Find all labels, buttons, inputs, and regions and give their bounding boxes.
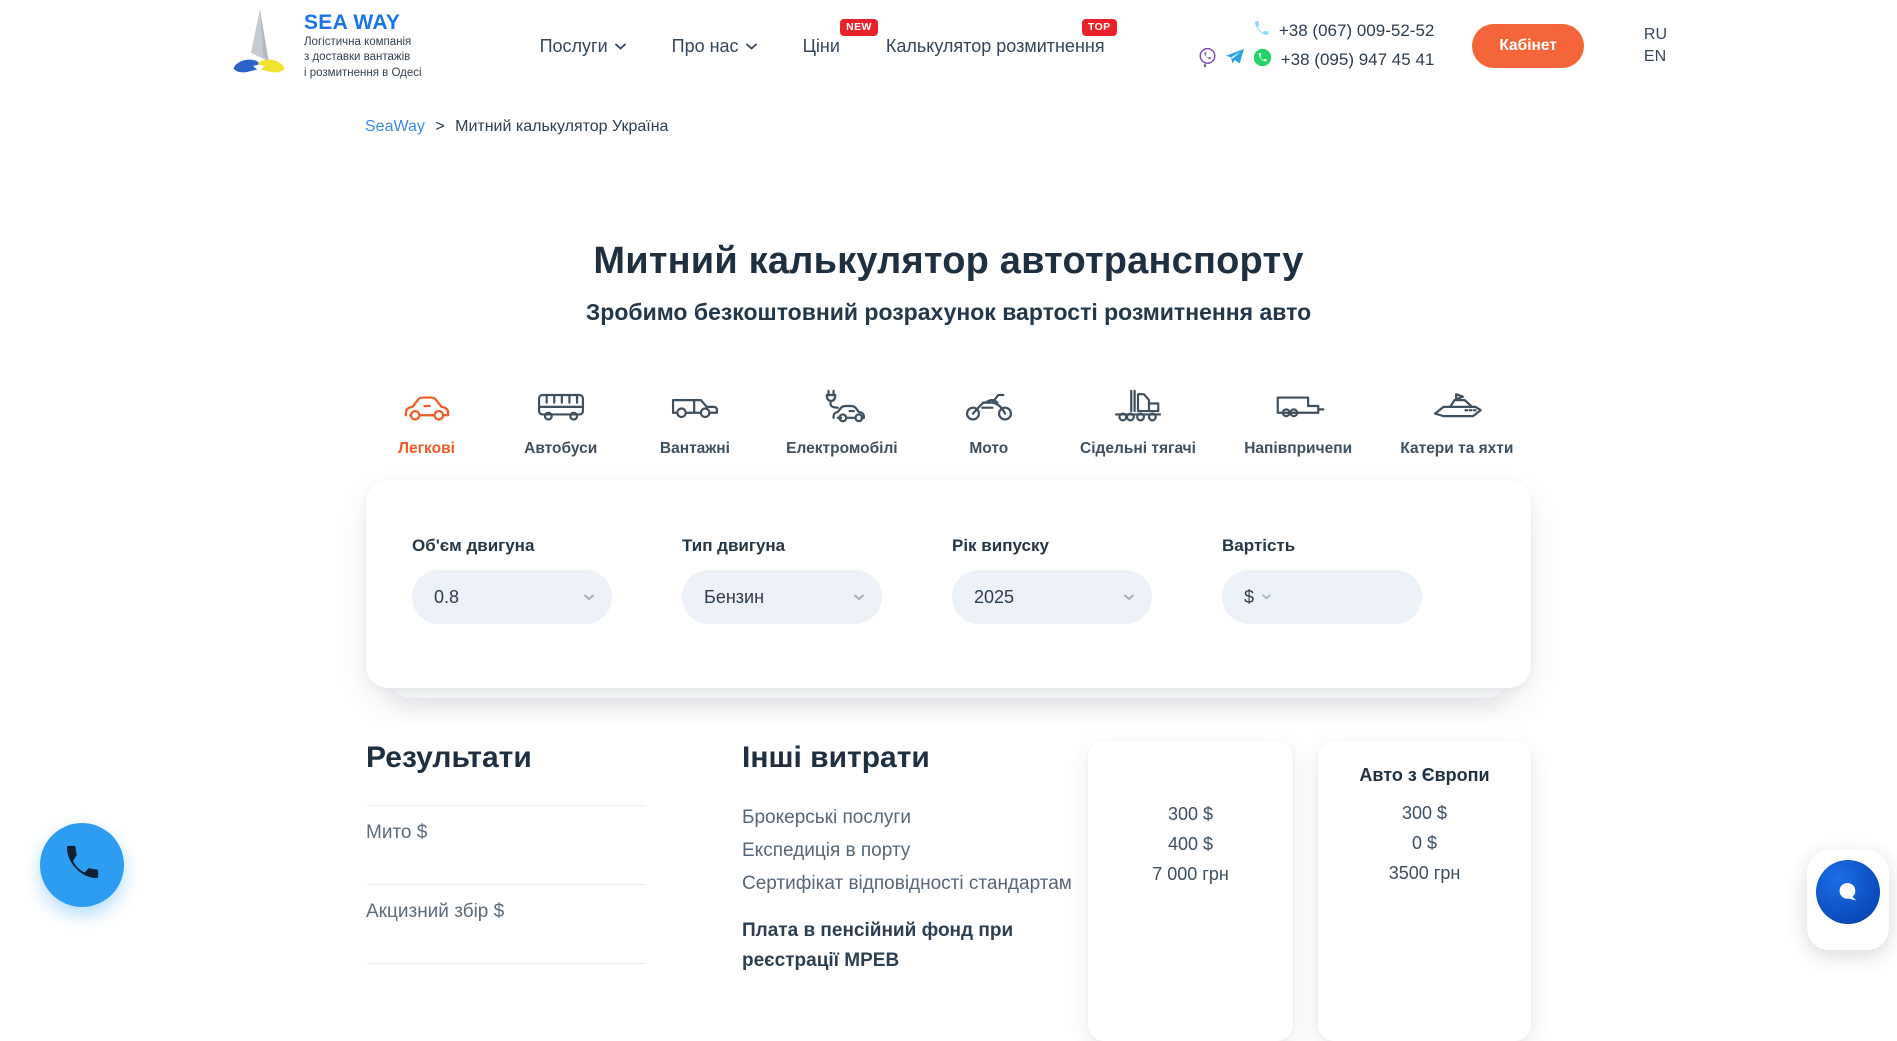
semi-truck-icon (1111, 384, 1165, 426)
card-value: 7 000 грн (1088, 859, 1293, 889)
card-title: Авто з Європи (1318, 765, 1531, 786)
nav-item-prices[interactable]: Ціни NEW (803, 36, 840, 57)
engine-type-label: Тип двигуна (682, 536, 882, 556)
page-title: Митний калькулятор автотранспорту (0, 240, 1897, 283)
chevron-down-icon (854, 594, 864, 601)
tab-boats-yachts[interactable]: Катери та яхти (1400, 384, 1513, 458)
other-costs-column: Інші витрати Брокерські послуги Експедиц… (742, 741, 1088, 976)
engine-volume-field-group: Об'єм двигуна 0.8 (412, 536, 612, 624)
tab-electric-cars[interactable]: Електромобілі (786, 384, 897, 458)
phone-icon (1253, 20, 1270, 42)
phone-number-2[interactable]: +38 (095) 947 45 41 (1281, 50, 1435, 70)
sailboat-logo-icon (228, 7, 290, 86)
viber-icon[interactable] (1198, 47, 1217, 73)
tab-cars[interactable]: Легкові (384, 384, 470, 458)
other-cost-item: Експедиція в порту (742, 834, 1088, 867)
hero: Митний калькулятор автотранспорту Зробим… (0, 240, 1897, 326)
cost-input[interactable]: $ (1222, 570, 1422, 624)
chevron-down-icon (746, 43, 757, 50)
results-title: Результати (366, 741, 646, 775)
electric-car-icon (815, 384, 869, 426)
phone-call-icon (62, 843, 102, 888)
tab-semi-trucks[interactable]: Сідельні тягачі (1080, 384, 1196, 458)
bus-icon (534, 384, 588, 426)
cost-label: Вартість (1222, 536, 1422, 556)
truck-icon (668, 384, 722, 426)
breadcrumb-separator: > (435, 118, 444, 135)
chevron-down-icon (615, 43, 626, 50)
vehicle-type-tabs: Легкові Автобуси Вантажні (384, 384, 1514, 458)
logo-tagline: Логістична компанія з доставки вантажів … (304, 35, 422, 82)
engine-type-select[interactable]: Бензин (682, 570, 882, 624)
page-subtitle: Зробимо безкоштовний розрахунок вартості… (0, 299, 1897, 326)
logo[interactable]: SEA WAY Логістична компанія з доставки в… (228, 7, 422, 86)
card-value: 300 $ (1318, 798, 1531, 828)
header: SEA WAY Логістична компанія з доставки в… (0, 0, 1897, 92)
chat-icon (1816, 860, 1880, 924)
language-switcher: RU EN (1644, 26, 1667, 66)
other-cost-item: Брокерські послуги (742, 801, 1088, 834)
phone-number-1[interactable]: +38 (067) 009-52-52 (1279, 21, 1434, 41)
chevron-down-icon (1262, 594, 1271, 600)
lang-en[interactable]: EN (1644, 48, 1667, 66)
card-value: 0 $ (1318, 828, 1531, 858)
messenger-icons (1198, 47, 1272, 73)
engine-type-field-group: Тип двигуна Бензин (682, 536, 882, 624)
divider (366, 963, 646, 973)
year-select[interactable]: 2025 (952, 570, 1152, 624)
logo-title: SEA WAY (304, 11, 422, 35)
tab-buses[interactable]: Автобуси (518, 384, 604, 458)
tab-trucks[interactable]: Вантажні (652, 384, 738, 458)
lang-ru[interactable]: RU (1644, 26, 1667, 44)
trailer-icon (1271, 384, 1325, 426)
header-phones: +38 (067) 009-52-52 (1198, 20, 1435, 73)
card-value: 3500 грн (1318, 858, 1531, 888)
cost-field-group: Вартість $ (1222, 536, 1422, 624)
europe-car-card: Авто з Європи 300 $ 0 $ 3500 грн (1318, 741, 1531, 1041)
results-section: Результати Мито $ Акцизний збір $ Інші в… (366, 741, 1531, 1041)
new-badge: NEW (840, 19, 878, 36)
motorcycle-icon (962, 384, 1016, 426)
engine-volume-select[interactable]: 0.8 (412, 570, 612, 624)
car-icon (400, 384, 454, 426)
tab-semi-trailers[interactable]: Напівпричепи (1244, 384, 1352, 458)
other-costs-values-card: 300 $ 400 $ 7 000 грн (1088, 741, 1293, 1041)
result-row-excise: Акцизний збір $ (366, 884, 646, 963)
top-badge: TOP (1082, 19, 1117, 36)
cabinet-button[interactable]: Кабінет (1472, 24, 1584, 68)
results-column: Результати Мито $ Акцизний збір $ (366, 741, 646, 973)
other-costs-title: Інші витрати (742, 741, 1088, 775)
result-row-duty: Мито $ (366, 805, 646, 884)
floating-call-button[interactable] (40, 823, 124, 907)
other-cost-item: Сертифікат відповідності стандартам (742, 867, 1088, 900)
tab-moto[interactable]: Мото (946, 384, 1032, 458)
main-nav: Послуги Про нас Ціни NEW Калькулятор роз… (540, 36, 1105, 57)
calculator-card: Об'єм двигуна 0.8 Тип двигуна Бензин Рік… (366, 480, 1531, 688)
chevron-down-icon (584, 594, 594, 601)
engine-volume-label: Об'єм двигуна (412, 536, 612, 556)
nav-item-about[interactable]: Про нас (672, 36, 757, 57)
card-value: 300 $ (1088, 799, 1293, 829)
nav-item-services[interactable]: Послуги (540, 36, 626, 57)
breadcrumb-home-link[interactable]: SeaWay (365, 118, 425, 135)
floating-chat-button[interactable] (1807, 850, 1889, 950)
telegram-icon[interactable] (1225, 48, 1245, 71)
other-cost-pension-item: Плата в пенсійний фонд при реєстрації МР… (742, 916, 1037, 976)
breadcrumb: SeaWay > Митний калькулятор Україна (365, 118, 1897, 136)
breadcrumb-current: Митний калькулятор Україна (455, 118, 668, 135)
whatsapp-icon[interactable] (1253, 48, 1272, 72)
card-value: 400 $ (1088, 829, 1293, 859)
year-label: Рік випуску (952, 536, 1152, 556)
chevron-down-icon (1124, 594, 1134, 601)
year-field-group: Рік випуску 2025 (952, 536, 1152, 624)
yacht-icon (1430, 384, 1484, 426)
nav-item-customs-calculator[interactable]: Калькулятор розмитнення TOP (886, 36, 1105, 57)
